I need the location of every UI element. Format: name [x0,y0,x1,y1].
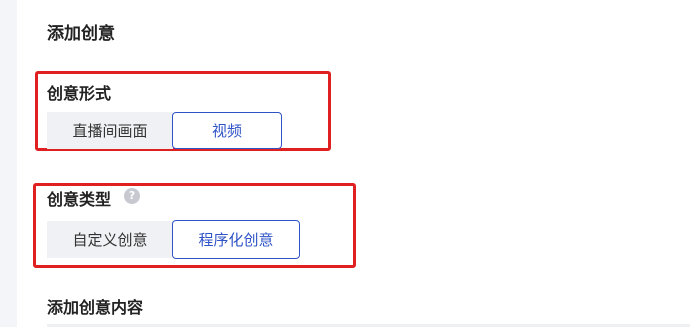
creative-type-label: 创意类型 [47,190,112,209]
creative-form-option-live-room[interactable]: 直播间画面 [47,112,173,149]
content-panel [17,0,690,327]
creative-type-option-programmatic[interactable]: 程序化创意 [172,220,300,259]
add-creative-page: 添加创意 创意形式 直播间画面 视频 创意类型 ? 自定义创意 程序化创意 添加… [0,0,690,327]
add-creative-content-label: 添加创意内容 [47,298,144,317]
creative-form-option-video[interactable]: 视频 [172,112,282,149]
creative-form-label: 创意形式 [47,84,112,103]
help-icon[interactable]: ? [124,188,140,204]
creative-type-option-custom[interactable]: 自定义创意 [47,221,173,258]
section-title: 添加创意 [47,24,115,44]
left-gutter [0,0,17,327]
